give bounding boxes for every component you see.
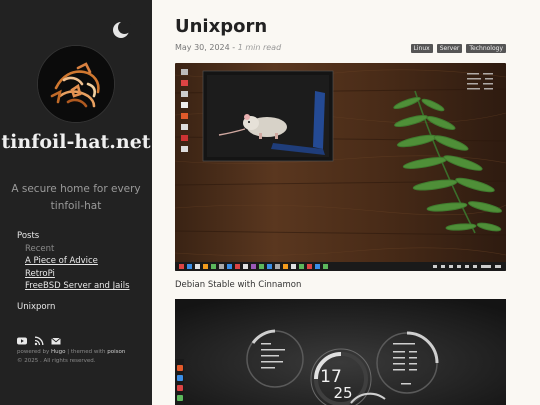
clock-minute: 25 xyxy=(333,384,352,402)
nav-unixporn[interactable]: Unixporn xyxy=(17,301,130,314)
post-title: Unixporn xyxy=(175,16,268,37)
sidebar-nav: Posts Recent A Piece of Advice RetroPi F… xyxy=(17,230,130,314)
tag-server[interactable]: Server xyxy=(436,44,463,53)
meta-separator: - xyxy=(232,43,236,52)
read-time: 1 min read xyxy=(237,43,282,52)
nav-post-link[interactable]: FreeBSD Server and Jails xyxy=(25,280,130,293)
tag-technology[interactable]: Technology xyxy=(466,44,506,53)
youtube-icon[interactable] xyxy=(17,331,27,345)
footer-hugo-link[interactable]: Hugo xyxy=(51,349,65,355)
desktop-screenshot-cinnamon[interactable] xyxy=(175,63,506,271)
avatar[interactable] xyxy=(37,45,115,123)
desktop-screenshot-dark[interactable]: 17 25 xyxy=(175,299,506,405)
post-tags: Linux Server Technology xyxy=(410,44,506,53)
tag-linux[interactable]: Linux xyxy=(410,44,433,53)
footer-themed-prefix: themed with xyxy=(70,349,106,355)
rss-icon[interactable] xyxy=(34,331,44,346)
image-caption: Debian Stable with Cinnamon xyxy=(175,280,302,290)
nav-recent-label: Recent xyxy=(25,243,55,254)
social-links xyxy=(17,331,61,346)
footer-separator: | xyxy=(67,349,70,355)
post-date: May 30, 2024 xyxy=(175,43,230,52)
email-icon[interactable] xyxy=(51,331,61,345)
footer: powered by Hugo | themed with poison © 2… xyxy=(17,348,125,366)
sidebar: tinfoil-hat.net A secure home for every … xyxy=(0,0,152,405)
site-description: A secure home for every tinfoil-hat xyxy=(11,183,141,212)
footer-powered-prefix: powered by xyxy=(17,349,50,355)
nav-post-link[interactable]: RetroPi xyxy=(25,268,130,281)
moon-icon[interactable] xyxy=(113,21,131,38)
nav-post-link[interactable]: A Piece of Advice xyxy=(25,255,130,268)
site-title[interactable]: tinfoil-hat.net xyxy=(0,130,152,155)
nav-posts[interactable]: Posts xyxy=(17,230,130,243)
footer-theme-link[interactable]: poison xyxy=(107,349,125,355)
post-meta: May 30, 2024 - 1 min read xyxy=(175,43,281,52)
footer-copyright: © 2025 . All rights reserved. xyxy=(17,358,96,364)
